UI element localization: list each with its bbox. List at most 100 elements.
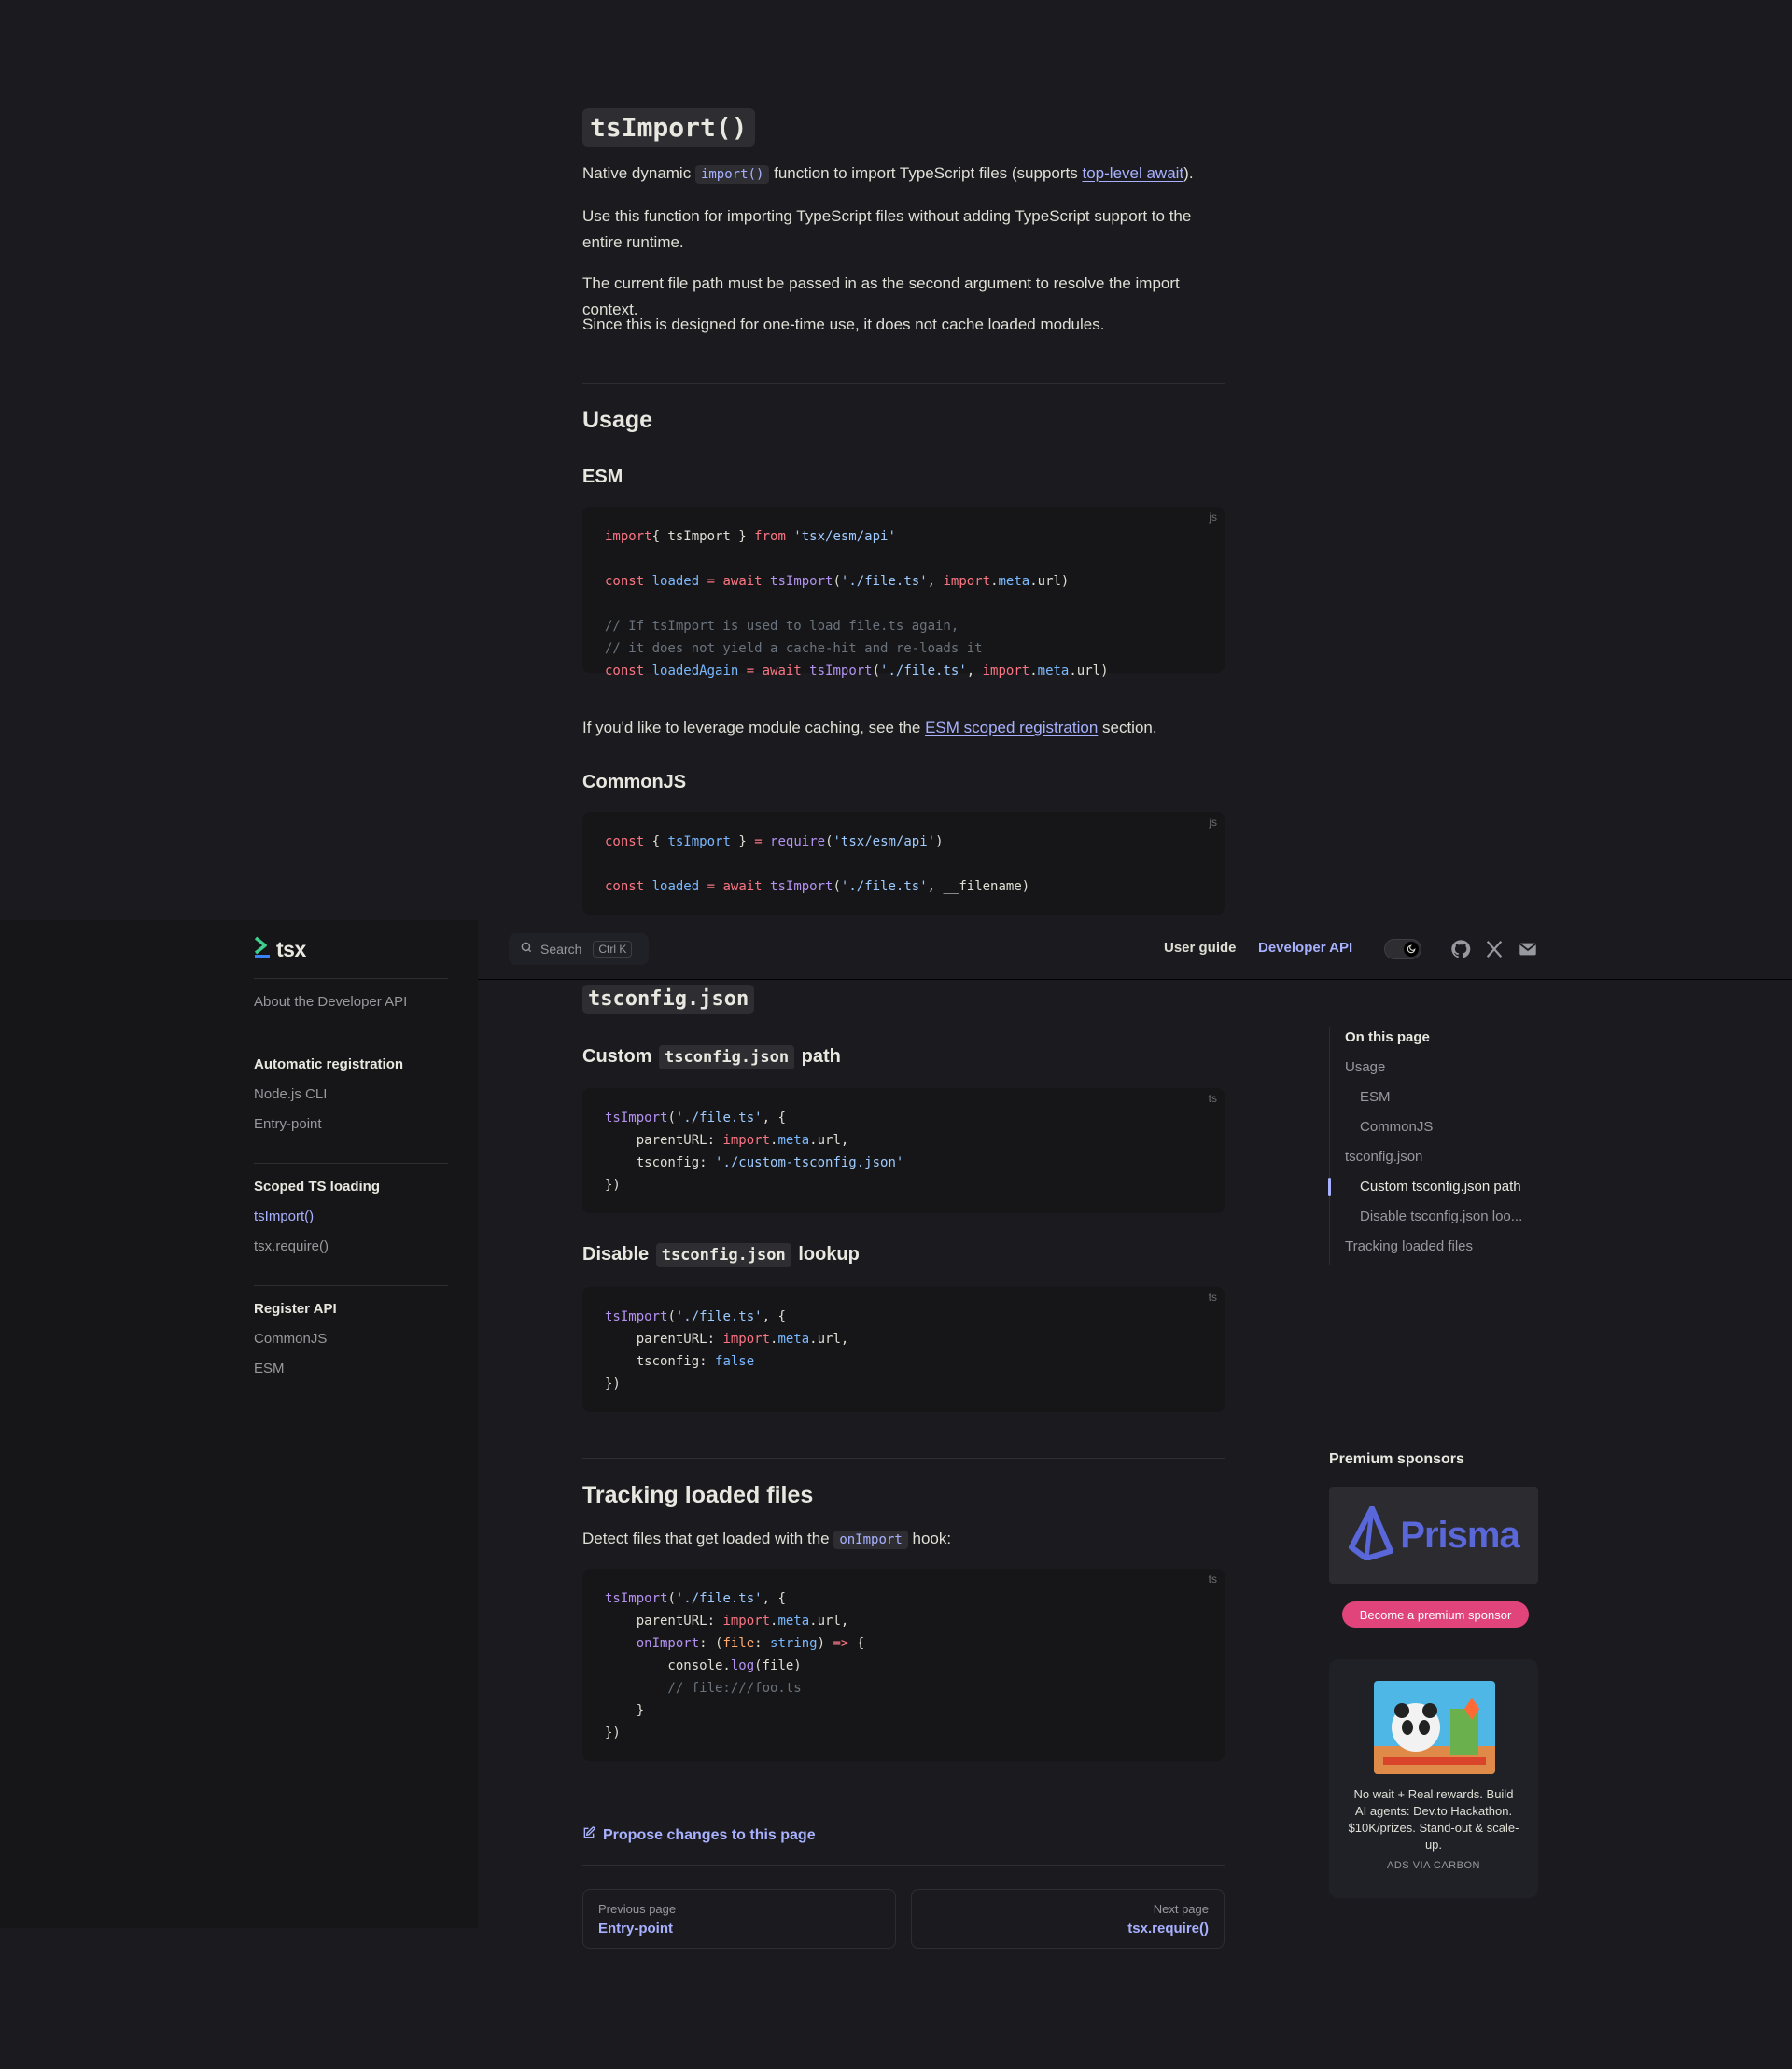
code-line: import{ tsImport } from 'tsx/esm/api' [605, 529, 896, 544]
code-lines: const { tsImport } = require('tsx/esm/ap… [605, 831, 1202, 898]
code-line: console.log(file) [605, 1658, 802, 1673]
code-line: const { tsImport } = require('tsx/esm/ap… [605, 834, 944, 849]
usage-heading: Usage [582, 407, 653, 433]
tracking-code-block[interactable]: ts tsImport('./file.ts', { parentURL: im… [582, 1569, 1225, 1761]
ad-image[interactable] [1374, 1681, 1495, 1774]
code-lines: tsImport('./file.ts', { parentURL: impor… [605, 1306, 1202, 1395]
heading-text: lookup [792, 1244, 860, 1265]
top-level-await-link[interactable]: top-level await [1083, 164, 1184, 182]
toc-item-tracking-loaded-files[interactable]: Tracking loaded files [1345, 1238, 1473, 1254]
toc-item-custom-tsconfig-path[interactable]: Custom tsconfig.json path [1360, 1179, 1521, 1195]
sidebar-item-entry-point[interactable]: Entry-point [254, 1116, 322, 1132]
code-line: parentURL: import.meta.url, [605, 1332, 849, 1347]
sidebar-item-esm[interactable]: ESM [254, 1361, 285, 1377]
previous-page-title: Entry-point [598, 1921, 673, 1936]
sidebar-divider [254, 1163, 448, 1164]
nav-user-guide[interactable]: User guide [1164, 940, 1237, 956]
code-line: }) [605, 1377, 621, 1391]
intro-text: function to import TypeScript files (sup… [769, 164, 1083, 182]
toc-item-tsconfig[interactable]: tsconfig.json [1345, 1149, 1422, 1165]
sidebar-item-tsx-require[interactable]: tsx.require() [254, 1238, 329, 1254]
toc-item-usage[interactable]: Usage [1345, 1059, 1385, 1075]
ads-via-carbon-link[interactable]: ADS VIA CARBON [1329, 1860, 1538, 1871]
code-lines: import{ tsImport } from 'tsx/esm/api' con… [605, 525, 1202, 682]
toc-active-indicator [1328, 1178, 1331, 1196]
next-page-title: tsx.require() [1127, 1921, 1209, 1936]
search-shortcut: Ctrl K [593, 941, 633, 958]
ad-text[interactable]: No wait + Real rewards. Build AI agents:… [1348, 1786, 1519, 1853]
note-text: If you'd like to leverage module caching… [582, 719, 926, 736]
sidebar-item-commonjs[interactable]: CommonJS [254, 1331, 327, 1347]
code-line: // file:///foo.ts [605, 1681, 802, 1696]
custom-tsconfig-code-block[interactable]: ts tsImport('./file.ts', { parentURL: im… [582, 1088, 1225, 1213]
code-line: // it does not yield a cache-hit and re-… [605, 641, 983, 656]
code-line: } [605, 1703, 645, 1718]
footer-divider [582, 1865, 1225, 1866]
heading-text: path [796, 1046, 841, 1067]
intro-text: ). [1183, 164, 1194, 182]
nav-developer-api[interactable]: Developer API [1258, 940, 1352, 956]
toc-rail [1329, 1027, 1330, 1265]
prisma-sponsor-card[interactable]: Prisma [1329, 1487, 1538, 1584]
code-language-label: ts [1208, 1573, 1217, 1586]
previous-page-desc: Previous page [598, 1902, 677, 1916]
carbon-ad: No wait + Real rewards. Build AI agents:… [1329, 1659, 1538, 1898]
sidebar-item-nodejs-cli[interactable]: Node.js CLI [254, 1086, 327, 1102]
code-line: tsconfig: false [605, 1354, 755, 1369]
logo-text: tsx [276, 937, 306, 961]
heading-code: tsconfig.json [655, 1243, 791, 1267]
sidebar-item-about[interactable]: About the Developer API [254, 994, 407, 1010]
page-title: tsImport() [582, 108, 755, 147]
logo-chevron-icon [254, 935, 273, 964]
esm-code-block[interactable]: js import{ tsImport } from 'tsx/esm/api'… [582, 507, 1225, 678]
note-text: Detect files that get loaded with the [582, 1530, 834, 1547]
code-language-label: ts [1208, 1092, 1217, 1105]
code-language-label: js [1209, 816, 1217, 829]
toc-title: On this page [1345, 1029, 1430, 1045]
github-icon[interactable] [1450, 939, 1471, 959]
email-icon[interactable] [1518, 939, 1538, 959]
sidebar-divider [254, 978, 448, 979]
code-line: tsImport('./file.ts', { [605, 1309, 786, 1324]
theme-toggle[interactable] [1384, 939, 1421, 959]
previous-page-link[interactable]: Previous page Entry-point [582, 1889, 896, 1949]
code-line: parentURL: import.meta.url, [605, 1133, 849, 1148]
code-line: tsconfig: './custom-tsconfig.json' [605, 1155, 904, 1170]
sidebar-group-register-api: Register API [254, 1301, 337, 1317]
next-page-link[interactable]: Next page tsx.require() [911, 1889, 1225, 1949]
toc-item-disable-tsconfig-lookup[interactable]: Disable tsconfig.json loo... [1360, 1209, 1522, 1224]
code-language-label: ts [1208, 1291, 1217, 1304]
custom-tsconfig-heading: Custom tsconfig.json path [582, 1045, 841, 1069]
prisma-logo-icon [1348, 1504, 1394, 1565]
commonjs-code-block[interactable]: js const { tsImport } = require('tsx/esm… [582, 812, 1225, 915]
next-page-desc: Next page [1153, 1902, 1209, 1916]
sidebar [0, 920, 478, 1928]
tsx-logo[interactable]: tsx [254, 935, 306, 964]
intro-paragraph-2: Use this function for importing TypeScri… [582, 207, 1192, 251]
section-divider [582, 383, 1225, 384]
disable-tsconfig-code-block[interactable]: ts tsImport('./file.ts', { parentURL: im… [582, 1287, 1225, 1412]
search-button[interactable]: Search Ctrl K [509, 933, 649, 965]
edit-icon [582, 1826, 595, 1844]
code-language-label: js [1209, 510, 1217, 524]
tsconfig-heading: tsconfig.json [582, 985, 755, 1014]
toc-item-commonjs[interactable]: CommonJS [1360, 1119, 1433, 1135]
code-line: }) [605, 1178, 621, 1193]
tracking-heading: Tracking loaded files [582, 1482, 814, 1508]
caching-note: If you'd like to leverage module caching… [582, 715, 1225, 741]
code-line: // If tsImport is used to load file.ts a… [605, 619, 959, 634]
intro-text: Native dynamic [582, 164, 695, 182]
premium-sponsors-title: Premium sponsors [1329, 1451, 1464, 1467]
become-premium-sponsor-button[interactable]: Become a premium sponsor [1342, 1601, 1529, 1628]
sidebar-group-scoped-ts-loading: Scoped TS loading [254, 1179, 381, 1195]
intro-paragraph-4: Since this is designed for one-time use,… [582, 315, 1105, 333]
propose-changes-link[interactable]: Propose changes to this page [582, 1826, 816, 1844]
esm-scoped-registration-link[interactable]: ESM scoped registration [925, 719, 1098, 736]
sidebar-divider [254, 1285, 448, 1286]
toc-item-esm[interactable]: ESM [1360, 1089, 1391, 1105]
sidebar-item-tsimport[interactable]: tsImport() [254, 1209, 314, 1224]
x-twitter-icon[interactable] [1484, 939, 1505, 959]
intro-paragraph-1: Native dynamic import() function to impo… [582, 161, 1225, 188]
